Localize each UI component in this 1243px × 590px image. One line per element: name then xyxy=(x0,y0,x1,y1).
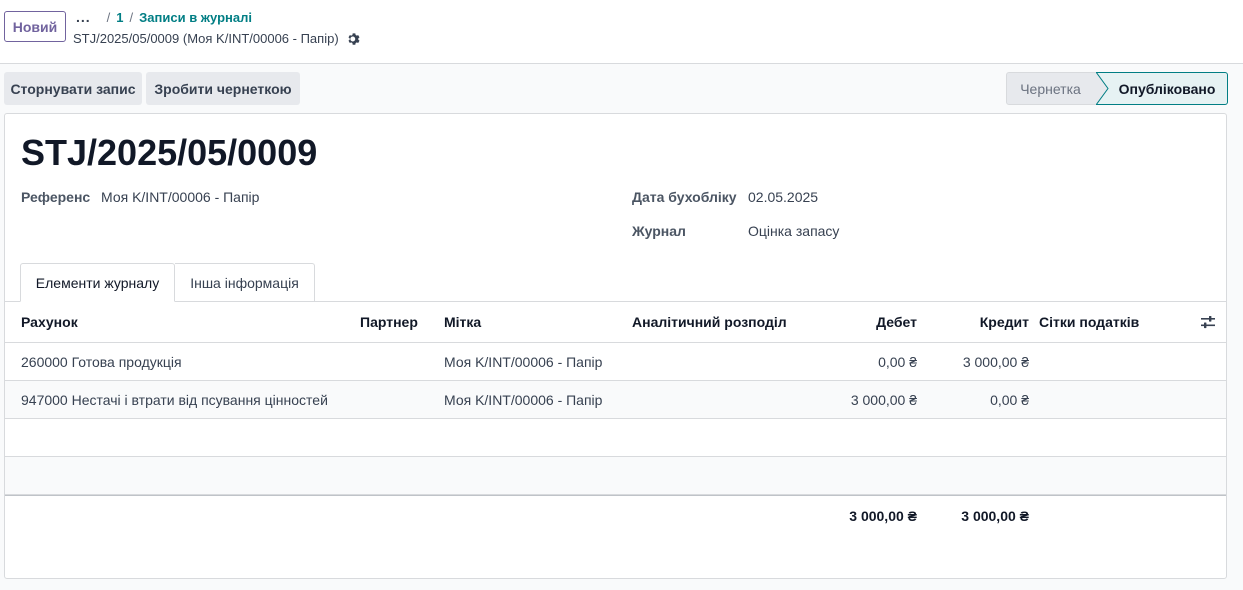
status-posted[interactable]: Опубліковано xyxy=(1096,72,1228,105)
reset-to-draft-button[interactable]: Зробити чернеткою xyxy=(146,72,300,105)
reference-label: Референс xyxy=(21,189,91,205)
accounting-date-label: Дата бухобліку xyxy=(632,189,737,205)
notebook-tabs: Елементи журналу Інша інформація xyxy=(5,263,1226,302)
account-cell: 260000 Готова продукція xyxy=(21,353,182,370)
column-account[interactable]: Рахунок xyxy=(21,302,78,342)
breadcrumb-page-link[interactable]: 1 xyxy=(116,10,123,25)
record-title-text: STJ/2025/05/0009 (Моя K/INT/00006 - Папі… xyxy=(73,31,339,46)
total-debit: 3 000,00 ₴ xyxy=(849,507,917,524)
column-tax-grids[interactable]: Сітки податків xyxy=(1039,302,1139,342)
status-arrow-icon xyxy=(1096,72,1109,105)
credit-cell: 3 000,00 ₴ xyxy=(962,353,1029,370)
totals-row: 3 000,00 ₴ 3 000,00 ₴ xyxy=(5,495,1226,535)
journal-items-table: Рахунок Партнер Мітка Аналітичний розпод… xyxy=(5,302,1226,535)
breadcrumb-journal-entries-link[interactable]: Записи в журналі xyxy=(139,10,252,25)
debit-cell: 0,00 ₴ xyxy=(878,353,917,370)
table-row[interactable]: 947000 Нестачі і втрати від псування цін… xyxy=(5,381,1226,419)
label-cell: Моя K/INT/00006 - Папір xyxy=(444,353,603,370)
record-title: STJ/2025/05/0009 (Моя K/INT/00006 - Папі… xyxy=(73,31,361,46)
account-cell: 947000 Нестачі і втрати від псування цін… xyxy=(21,391,328,408)
journal-field[interactable]: Оцінка запасу xyxy=(748,223,839,239)
reference-field[interactable]: Моя K/INT/00006 - Папір xyxy=(101,189,259,205)
gear-icon[interactable] xyxy=(347,32,361,46)
column-label[interactable]: Мітка xyxy=(444,302,481,342)
journal-label: Журнал xyxy=(632,223,686,239)
column-debit[interactable]: Дебет xyxy=(785,302,917,342)
action-bar: Сторнувати запис Зробити чернеткою Черне… xyxy=(0,64,1243,112)
credit-cell: 0,00 ₴ xyxy=(990,391,1029,408)
empty-row xyxy=(5,419,1226,457)
debit-cell: 3 000,00 ₴ xyxy=(850,391,917,408)
accounting-date-field[interactable]: 02.05.2025 xyxy=(748,189,818,205)
breadcrumb-ellipsis[interactable]: ... xyxy=(76,9,91,25)
breadcrumb-separator: / xyxy=(129,9,134,25)
empty-row xyxy=(5,457,1226,495)
form-sheet: STJ/2025/05/0009 Референс Моя K/INT/0000… xyxy=(4,113,1227,579)
tab-journal-items[interactable]: Елементи журналу xyxy=(20,263,175,302)
control-panel: Новий ... / 1 / Записи в журналі STJ/202… xyxy=(0,0,1243,64)
tab-other-info[interactable]: Інша інформація xyxy=(175,263,315,302)
breadcrumb: ... / 1 / Записи в журналі xyxy=(76,9,252,25)
reverse-entry-button[interactable]: Сторнувати запис xyxy=(4,72,142,105)
total-credit: 3 000,00 ₴ xyxy=(961,507,1029,524)
breadcrumb-separator: / xyxy=(106,9,111,25)
column-credit[interactable]: Кредит xyxy=(917,302,1029,342)
column-partner[interactable]: Партнер xyxy=(360,302,418,342)
column-analytic[interactable]: Аналітичний розподіл xyxy=(632,302,787,342)
entry-name: STJ/2025/05/0009 xyxy=(21,132,318,173)
table-row[interactable]: 260000 Готова продукція Моя K/INT/00006 … xyxy=(5,343,1226,381)
table-header: Рахунок Партнер Мітка Аналітичний розпод… xyxy=(5,302,1226,343)
status-draft[interactable]: Чернетка xyxy=(1006,72,1101,105)
new-button[interactable]: Новий xyxy=(4,11,66,42)
sliders-icon[interactable] xyxy=(1200,314,1216,330)
label-cell: Моя K/INT/00006 - Папір xyxy=(444,391,603,408)
